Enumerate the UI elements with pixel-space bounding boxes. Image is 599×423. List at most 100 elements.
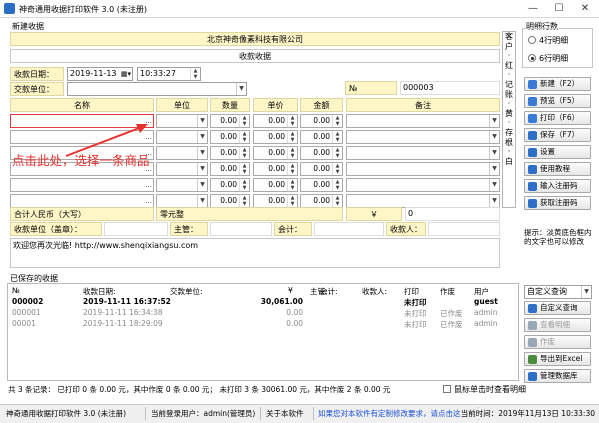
unit-dropdown-icon[interactable]: ▼ — [197, 131, 207, 143]
spinner-arrows-icon[interactable]: ▲ ▼ — [287, 115, 297, 127]
click-view-detail-checkbox[interactable] — [443, 385, 451, 393]
item-unit-combobox[interactable]: ▼ — [156, 114, 208, 128]
item-price-spinner[interactable]: 0.00 ▲ ▼ — [253, 194, 298, 208]
saved-column-header[interactable]: 作废 — [440, 286, 455, 297]
spinner-arrows-icon[interactable]: ▲ ▼ — [332, 163, 342, 175]
remark-dropdown-icon[interactable]: ▼ — [489, 195, 499, 207]
collector-input[interactable] — [428, 222, 500, 236]
saved-action-button[interactable]: 管理数据库 — [524, 369, 591, 383]
item-price-spinner[interactable]: 0.00 ▲ ▼ — [253, 114, 298, 128]
about-link[interactable]: 关于本软件 — [266, 408, 304, 419]
item-unit-combobox[interactable]: ▼ — [156, 130, 208, 144]
spinner-arrows-icon[interactable]: ▲ ▼ — [239, 131, 249, 143]
item-remark-combobox[interactable]: ▼ — [346, 162, 500, 176]
spinner-arrows-icon[interactable]: ▲ ▼ — [332, 131, 342, 143]
remark-dropdown-icon[interactable]: ▼ — [489, 163, 499, 175]
item-remark-combobox[interactable]: ▼ — [346, 178, 500, 192]
item-price-spinner[interactable]: 0.00 ▲ ▼ — [253, 178, 298, 192]
saved-column-header[interactable]: № — [12, 286, 20, 295]
item-price-spinner[interactable]: 0.00 ▲ ▼ — [253, 162, 298, 176]
item-qty-spinner[interactable]: 0.00 ▲ ▼ — [210, 146, 250, 160]
sidebar-button[interactable]: 新建（F2） — [524, 77, 591, 91]
unit-dropdown-icon[interactable]: ▼ — [197, 179, 207, 191]
select-product-button[interactable]: ... — [145, 195, 152, 207]
spinner-arrows-icon[interactable]: ▲ ▼ — [287, 147, 297, 159]
item-unit-combobox[interactable]: ▼ — [156, 194, 208, 208]
item-unit-combobox[interactable]: ▼ — [156, 146, 208, 160]
date-picker[interactable]: 2019-11-13 ▦▾ — [67, 67, 133, 81]
spinner-arrows-icon[interactable]: ▲ ▼ — [287, 195, 297, 207]
spinner-arrows-icon[interactable]: ▲ ▼ — [332, 115, 342, 127]
spinner-arrows-icon[interactable]: ▲ ▼ — [332, 179, 342, 191]
radio-4-rows[interactable] — [528, 36, 536, 44]
minimize-button[interactable]: — — [520, 1, 546, 16]
item-name-cell[interactable]: ... — [10, 194, 154, 208]
item-qty-spinner[interactable]: 0.00 ▲ ▼ — [210, 194, 250, 208]
item-qty-spinner[interactable]: 0.00 ▲ ▼ — [210, 162, 250, 176]
saved-action-button[interactable]: 导出到Excel — [524, 352, 591, 366]
unit-dropdown-icon[interactable]: ▼ — [197, 115, 207, 127]
spinner-arrows-icon[interactable]: ▲ ▼ — [287, 179, 297, 191]
total-num-value[interactable]: 0 — [405, 207, 500, 221]
select-product-button[interactable]: ... — [145, 179, 152, 191]
saved-column-header[interactable]: 打印 — [404, 286, 419, 297]
remark-dropdown-icon[interactable]: ▼ — [489, 131, 499, 143]
spinner-arrows-icon[interactable]: ▲ ▼ — [332, 195, 342, 207]
saved-action-button[interactable]: 作废 — [524, 335, 591, 349]
item-qty-spinner[interactable]: 0.00 ▲ ▼ — [210, 178, 250, 192]
sidebar-button[interactable]: 保存（F7） — [524, 128, 591, 142]
spinner-arrows-icon[interactable]: ▲ ▼ — [287, 131, 297, 143]
receipt-title-field[interactable]: 收款收据 — [10, 49, 500, 63]
saved-column-header[interactable]: 收款人: — [362, 286, 387, 297]
supervisor-input[interactable] — [210, 222, 272, 236]
item-unit-combobox[interactable]: ▼ — [156, 162, 208, 176]
message-textarea[interactable]: 欢迎您再次光临! http://www.shenqixiangsu.com — [10, 238, 500, 268]
company-name-field[interactable]: 北京神奇像素科技有限公司 — [10, 32, 500, 46]
item-price-spinner[interactable]: 0.00 ▲ ▼ — [253, 146, 298, 160]
item-amount-spinner[interactable]: 0.00 ▲ ▼ — [300, 114, 343, 128]
unit-dropdown-icon[interactable]: ▼ — [197, 147, 207, 159]
query-dropdown-icon[interactable]: ▼ — [581, 286, 591, 298]
payer-dropdown-icon[interactable]: ▼ — [236, 83, 246, 95]
accountant-input[interactable] — [314, 222, 384, 236]
saved-action-button[interactable]: 查看明细 — [524, 318, 591, 332]
item-remark-combobox[interactable]: ▼ — [346, 194, 500, 208]
item-unit-combobox[interactable]: ▼ — [156, 178, 208, 192]
payer-combobox[interactable]: ▼ — [67, 82, 247, 96]
sidebar-button[interactable]: 预览（F5） — [524, 94, 591, 108]
item-amount-spinner[interactable]: 0.00 ▲ ▼ — [300, 130, 343, 144]
spinner-arrows-icon[interactable]: ▲ ▼ — [239, 163, 249, 175]
remark-dropdown-icon[interactable]: ▼ — [489, 115, 499, 127]
sidebar-button[interactable]: 打印（F6） — [524, 111, 591, 125]
spinner-arrows-icon[interactable]: ▲ ▼ — [287, 163, 297, 175]
spinner-arrows-icon[interactable]: ▲ ▼ — [239, 115, 249, 127]
maximize-button[interactable]: ☐ — [546, 1, 572, 16]
radio-6-rows[interactable] — [528, 54, 536, 62]
time-picker[interactable]: 10:33:27 ▲ ▼ — [137, 67, 201, 81]
item-remark-combobox[interactable]: ▼ — [346, 146, 500, 160]
receipt-no-value[interactable]: 000003 — [400, 81, 500, 95]
collect-unit-input[interactable] — [104, 222, 168, 236]
saved-action-button[interactable]: 自定义查询 — [524, 301, 591, 315]
unit-dropdown-icon[interactable]: ▼ — [197, 195, 207, 207]
saved-column-header[interactable]: 交款单位: — [170, 286, 203, 297]
item-amount-spinner[interactable]: 0.00 ▲ ▼ — [300, 146, 343, 160]
item-amount-spinner[interactable]: 0.00 ▲ ▼ — [300, 194, 343, 208]
item-qty-spinner[interactable]: 0.00 ▲ ▼ — [210, 130, 250, 144]
remark-dropdown-icon[interactable]: ▼ — [489, 147, 499, 159]
item-qty-spinner[interactable]: 0.00 ▲ ▼ — [210, 114, 250, 128]
item-amount-spinner[interactable]: 0.00 ▲ ▼ — [300, 162, 343, 176]
item-amount-spinner[interactable]: 0.00 ▲ ▼ — [300, 178, 343, 192]
spinner-arrows-icon[interactable]: ▲ ▼ — [239, 179, 249, 191]
item-name-cell[interactable]: ... — [10, 178, 154, 192]
sidebar-button[interactable]: 输入注册码 — [524, 179, 591, 193]
saved-column-header[interactable]: ¥ — [288, 286, 293, 295]
calendar-dropdown-icon[interactable]: ▦▾ — [121, 68, 131, 80]
unit-dropdown-icon[interactable]: ▼ — [197, 163, 207, 175]
saved-column-header[interactable]: 会计: — [320, 286, 338, 297]
remark-dropdown-icon[interactable]: ▼ — [489, 179, 499, 191]
query-select[interactable]: 自定义查询 ▼ — [524, 285, 592, 299]
item-price-spinner[interactable]: 0.00 ▲ ▼ — [253, 130, 298, 144]
spinner-arrows-icon[interactable]: ▲ ▼ — [239, 147, 249, 159]
spinner-arrows-icon[interactable]: ▲ ▼ — [239, 195, 249, 207]
